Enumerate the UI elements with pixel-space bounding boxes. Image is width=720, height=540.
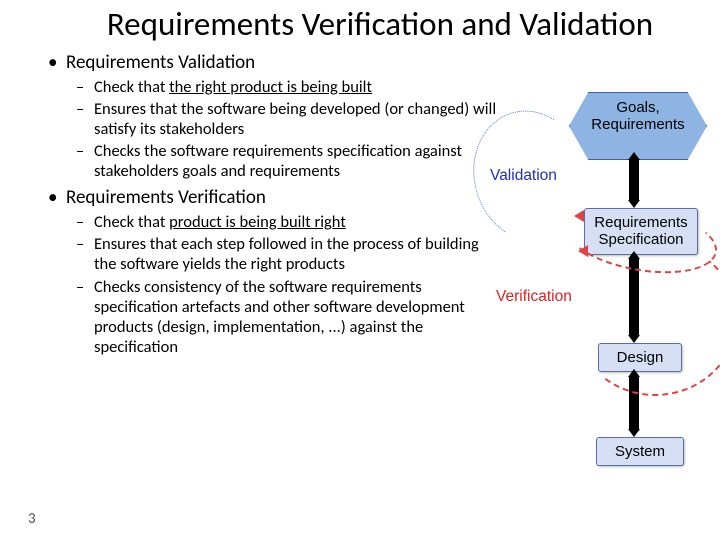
arrow-bar-icon (629, 160, 639, 200)
bullet: Check that the right product is being bu… (94, 77, 500, 97)
section-heading: Requirements Verification (66, 187, 500, 210)
emphasis: product is being built right (169, 212, 346, 232)
bullet: Checks consistency of the software requi… (94, 277, 500, 358)
bullet: Ensures that the software being develope… (94, 99, 500, 139)
text: Check that (94, 77, 169, 97)
emphasis: the right product is being built (169, 77, 372, 97)
goals-text-line2: Requirements (591, 116, 684, 133)
diagram: Goals, Requirements Requirements Specifi… (514, 92, 714, 472)
arrowhead-icon (578, 245, 590, 257)
bullet: Ensures that each step followed in the p… (94, 234, 500, 274)
verification-label: Verification (496, 288, 572, 306)
arrowhead-icon (574, 210, 586, 222)
bullet: Check that product is being built right (94, 212, 500, 232)
slide-title: Requirements Verification and Validation (0, 6, 720, 44)
goals-text-line1: Goals, (616, 99, 659, 116)
page-number: 3 (28, 510, 36, 528)
verification-arc-icon (568, 235, 720, 403)
goals-hexagon: Goals, Requirements (569, 92, 707, 160)
section-heading: Requirements Validation (66, 52, 500, 75)
system-box: System (596, 437, 684, 466)
text: Check that (94, 212, 169, 232)
slide-body: Requirements Validation Check that the r… (0, 52, 530, 357)
bullet: Checks the software requirements specifi… (94, 141, 500, 181)
